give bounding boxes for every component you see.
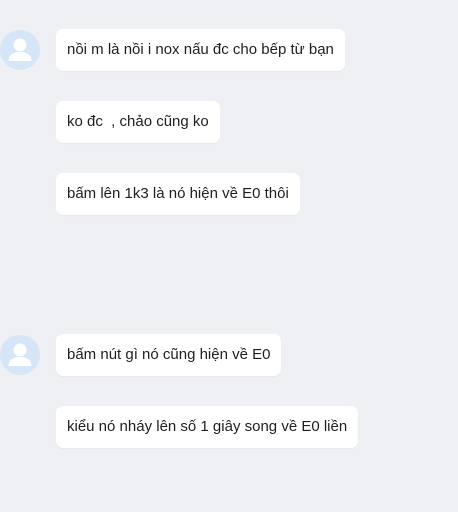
- message-bubble[interactable]: ko đc , chảo cũng ko: [56, 101, 220, 143]
- chat-message-list[interactable]: nồi m là nồi i nox nấu đc cho bếp từ bạn…: [0, 0, 458, 512]
- message-bubble[interactable]: kiểu nó nháy lên số 1 giây song về E0 li…: [56, 406, 359, 448]
- message-bubble[interactable]: bấm nút gì nó cũng hiện về E0: [56, 334, 282, 376]
- user-avatar-icon[interactable]: [0, 30, 40, 70]
- message-bubble[interactable]: bấm lên 1k3 là nó hiện về E0 thôi: [56, 173, 300, 215]
- user-avatar-icon[interactable]: [0, 335, 40, 375]
- message-bubble[interactable]: nồi m là nồi i nox nấu đc cho bếp từ bạn: [56, 29, 345, 71]
